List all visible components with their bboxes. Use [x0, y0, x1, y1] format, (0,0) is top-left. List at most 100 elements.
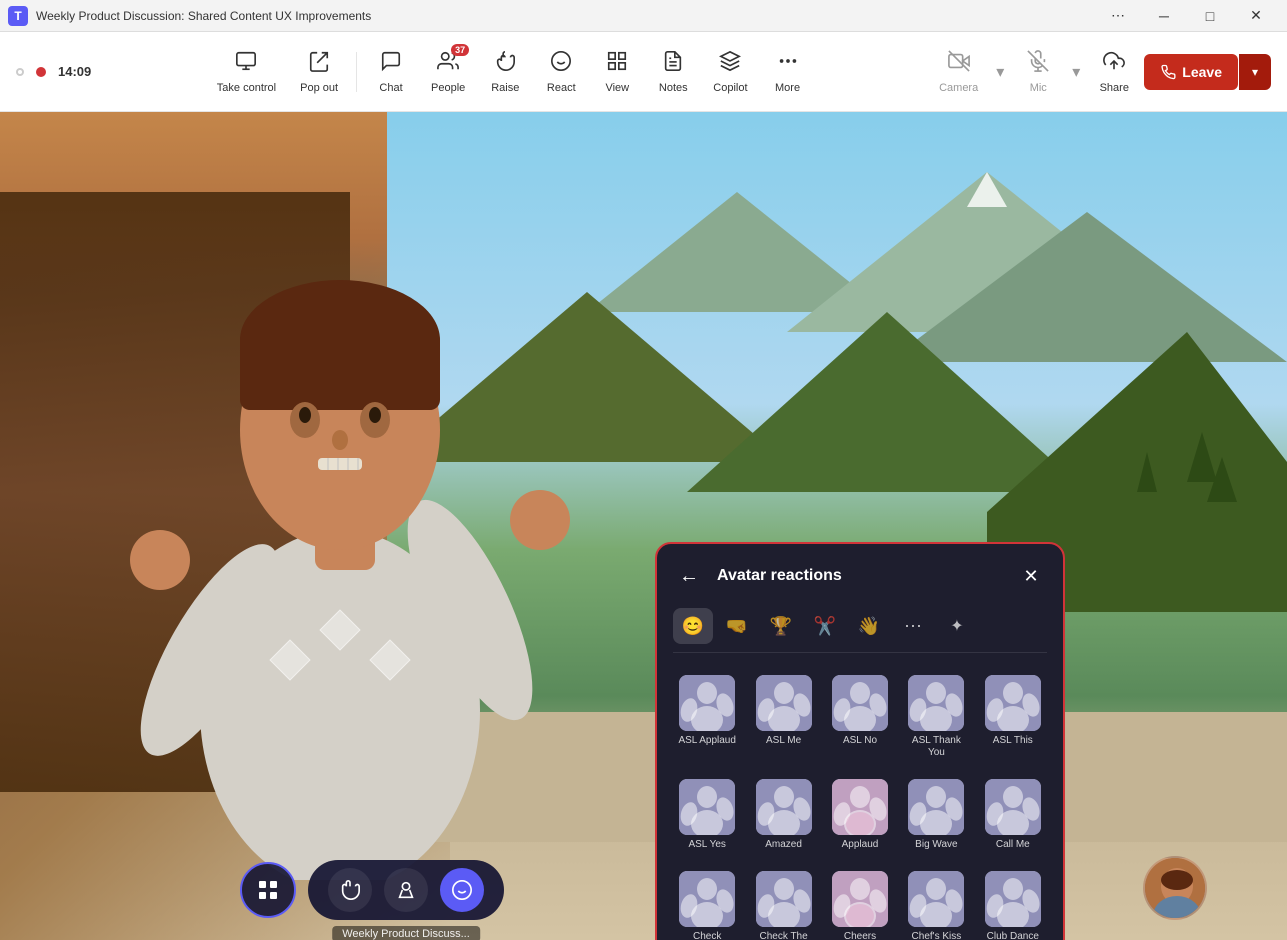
leave-phone-icon	[1160, 64, 1176, 80]
wave-reaction-btn[interactable]	[328, 868, 372, 912]
reaction-item-asl-thank-you[interactable]: ASL Thank You	[902, 669, 970, 765]
smile-tab-icon: 😊	[682, 616, 704, 637]
reaction-label-amazed: Amazed	[765, 839, 802, 851]
close-btn[interactable]: ✕	[1233, 0, 1279, 32]
reaction-label-asl-yes: ASL Yes	[688, 839, 725, 851]
main-content: Weekly Product Discuss... ← Avatar react…	[0, 112, 1287, 940]
chat-label: Chat	[379, 82, 402, 94]
maximize-icon: □	[1206, 8, 1214, 24]
reaction-avatar-chefs-kiss	[908, 871, 964, 927]
title-bar: T Weekly Product Discussion: Shared Cont…	[0, 0, 1287, 32]
take-control-icon	[235, 50, 257, 78]
tab-smile[interactable]: 😊	[673, 608, 713, 644]
share-label: Share	[1100, 82, 1129, 94]
notes-button[interactable]: Notes	[647, 44, 699, 100]
scissors-tab-icon: ✂️	[814, 616, 836, 637]
wave-tab-icon: 👋	[858, 616, 880, 637]
reaction-avatar-check-horizon	[756, 871, 812, 927]
minimize-btn[interactable]: ─	[1141, 0, 1187, 32]
reaction-avatar-applaud	[832, 779, 888, 835]
copilot-button[interactable]: Copilot	[703, 44, 757, 100]
reaction-item-applaud[interactable]: Applaud	[826, 773, 894, 857]
people-button[interactable]: 37 People	[421, 44, 475, 100]
user-avatar	[1143, 856, 1207, 920]
tab-hands[interactable]: 🤜	[717, 608, 757, 644]
reaction-item-asl-no[interactable]: ASL No	[826, 669, 894, 765]
view-button[interactable]: View	[591, 44, 643, 100]
tab-scissors[interactable]: ✂️	[805, 608, 845, 644]
copilot-label: Copilot	[713, 82, 747, 94]
reaction-label-call-me: Call Me	[996, 839, 1030, 851]
more-button[interactable]: More	[762, 44, 814, 100]
reaction-item-chefs-kiss[interactable]: Chef's Kiss	[902, 865, 970, 940]
leave-dropdown-btn[interactable]: ▾	[1239, 54, 1271, 90]
reaction-label-chefs-kiss: Chef's Kiss	[912, 931, 962, 940]
camera-chevron-btn[interactable]: ▾	[992, 58, 1008, 86]
wave-icon	[339, 879, 361, 901]
tab-trophy[interactable]: 🏆	[761, 608, 801, 644]
emoji-reaction-btn[interactable]	[440, 868, 484, 912]
reaction-item-big-wave[interactable]: Big Wave	[902, 773, 970, 857]
mic-label: Mic	[1030, 82, 1047, 94]
reactions-pill	[308, 860, 504, 920]
maximize-btn[interactable]: □	[1187, 0, 1233, 32]
mic-button[interactable]: Mic	[1012, 44, 1064, 100]
camera-button[interactable]: Camera	[929, 44, 988, 100]
reaction-item-call-me[interactable]: Call Me	[979, 773, 1047, 857]
share-button[interactable]: Share	[1088, 44, 1140, 100]
more-options-btn[interactable]: ⋯	[1095, 0, 1141, 32]
reaction-item-amazed[interactable]: Amazed	[749, 773, 817, 857]
take-control-button[interactable]: Take control	[207, 44, 286, 100]
mic-icon	[1027, 50, 1049, 78]
reaction-label-big-wave: Big Wave	[915, 839, 957, 851]
raise-button[interactable]: Raise	[479, 44, 531, 100]
reaction-item-asl-yes[interactable]: ASL Yes	[673, 773, 741, 857]
tab-special[interactable]: ✦	[937, 608, 977, 644]
people-badge: 37	[451, 44, 469, 56]
reaction-avatar-asl-this	[985, 675, 1041, 731]
reaction-item-check[interactable]: Check	[673, 865, 741, 940]
react-button[interactable]: React	[535, 44, 587, 100]
teams-logo: T	[8, 6, 28, 26]
more-dots-tab-icon: ⋯	[904, 616, 922, 637]
title-bar-left: T Weekly Product Discussion: Shared Cont…	[8, 6, 371, 26]
leave-button[interactable]: Leave	[1144, 54, 1238, 90]
avatar-reaction-btn[interactable]	[384, 868, 428, 912]
tab-wave[interactable]: 👋	[849, 608, 889, 644]
chat-icon	[380, 50, 402, 78]
more-icon	[777, 50, 799, 78]
status-icon	[16, 68, 24, 76]
avatar-reactions-panel: ← Avatar reactions ✕ 😊 🤜 🏆 ✂️ 👋	[655, 542, 1065, 940]
time-display: 14:09	[58, 64, 91, 79]
reaction-label-applaud: Applaud	[842, 839, 879, 851]
reaction-label-club-dance: Club Dance	[987, 931, 1039, 940]
reaction-item-check-horizon[interactable]: Check The Horizon	[749, 865, 817, 940]
reaction-avatar-asl-applaud	[679, 675, 735, 731]
reaction-avatar-asl-thank-you	[908, 675, 964, 731]
toolbar-center: Take control Pop out Chat	[207, 44, 814, 100]
reactions-grid: ASL Applaud ASL Me	[673, 669, 1047, 940]
reaction-avatar-asl-no	[832, 675, 888, 731]
reaction-avatar-club-dance	[985, 871, 1041, 927]
reaction-item-cheers-salute[interactable]: Cheers Salute	[826, 865, 894, 940]
reactions-close-btn[interactable]: ✕	[1015, 560, 1047, 592]
pop-out-button[interactable]: Pop out	[290, 44, 348, 100]
mic-chevron-btn[interactable]: ▾	[1068, 58, 1084, 86]
reaction-item-asl-this[interactable]: ASL This	[979, 669, 1047, 765]
avatar-selector-btn[interactable]	[240, 862, 296, 918]
chat-button[interactable]: Chat	[365, 44, 417, 100]
camera-label: Camera	[939, 82, 978, 94]
reactions-back-btn[interactable]: ←	[673, 560, 705, 592]
reaction-item-asl-me[interactable]: ASL Me	[749, 669, 817, 765]
react-label: React	[547, 82, 576, 94]
reaction-item-asl-applaud[interactable]: ASL Applaud	[673, 669, 741, 765]
camera-icon	[948, 50, 970, 78]
reaction-item-club-dance[interactable]: Club Dance	[979, 865, 1047, 940]
title-bar-controls: ⋯ ─ □ ✕	[1095, 0, 1279, 32]
notes-label: Notes	[659, 82, 688, 94]
reaction-label-asl-me: ASL Me	[766, 735, 801, 747]
reaction-avatar-check	[679, 871, 735, 927]
raise-icon	[494, 50, 516, 78]
pop-out-label: Pop out	[300, 82, 338, 94]
tab-more-dots[interactable]: ⋯	[893, 608, 933, 644]
